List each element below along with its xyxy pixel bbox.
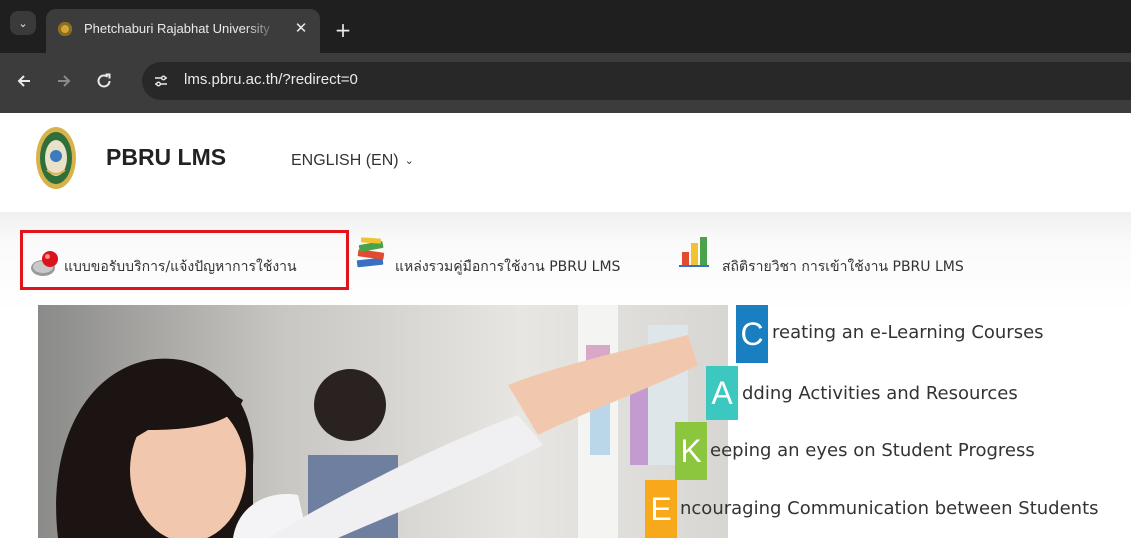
tab-title: Phetchaburi Rajabhat University [84,21,270,36]
banner-text-a: dding Activities and Resources [742,383,1018,404]
banner-text-e: ncouraging Communication between Student… [680,498,1099,519]
tune-icon [155,75,167,87]
books-icon [356,237,385,268]
service-request-link[interactable]: แบบขอรับบริการ/แจ้งปัญหาการใช้งาน [64,256,297,278]
banner-text-c: reating an e-Learning Courses [772,322,1044,343]
address-bar[interactable]: lms.pbru.ac.th/?redirect=0 [142,62,1131,100]
site-name[interactable]: PBRU LMS [106,144,226,171]
language-menu[interactable]: ENGLISH (EN) ⌄ [291,152,414,170]
site-info-button[interactable] [148,68,174,94]
browser-toolbar: lms.pbru.ac.th/?redirect=0 [0,53,1131,113]
language-label: ENGLISH (EN) [291,152,399,169]
reload-icon [97,73,111,88]
arrow-right-icon [58,75,71,87]
tab-close-button[interactable]: ✕ [290,17,312,39]
browser-tab-bar: ⌄ Phetchaburi Rajabhat University ✕ + [0,0,1131,53]
forward-button[interactable] [50,67,78,95]
banner-text-k: eeping an eyes on Student Progress [710,440,1035,461]
back-button[interactable] [10,67,38,95]
banner-letter-e: E [645,480,677,538]
banner-letter-a: A [706,366,738,420]
tab-list-button[interactable]: ⌄ [10,11,36,35]
new-tab-button[interactable]: + [330,17,356,43]
url-text[interactable]: lms.pbru.ac.th/?redirect=0 [184,71,358,88]
banner-letter-k: K [675,422,707,480]
bar-chart-icon [679,237,709,267]
reload-button[interactable] [90,67,118,95]
course-stats-link[interactable]: สถิติรายวิชา การเข้าใช้งาน PBRU LMS [722,256,964,278]
red-pin-icon [31,251,58,276]
chevron-down-icon: ⌄ [404,155,414,167]
site-favicon-icon [58,22,72,36]
manuals-link[interactable]: แหล่งรวมคู่มือการใช้งาน PBRU LMS [395,256,620,278]
university-logo-icon[interactable] [35,126,77,190]
banner-letter-c: C [736,305,768,363]
arrow-left-icon [17,75,30,87]
browser-tab-active[interactable]: Phetchaburi Rajabhat University ✕ [46,9,320,53]
banner-photo [38,305,728,538]
